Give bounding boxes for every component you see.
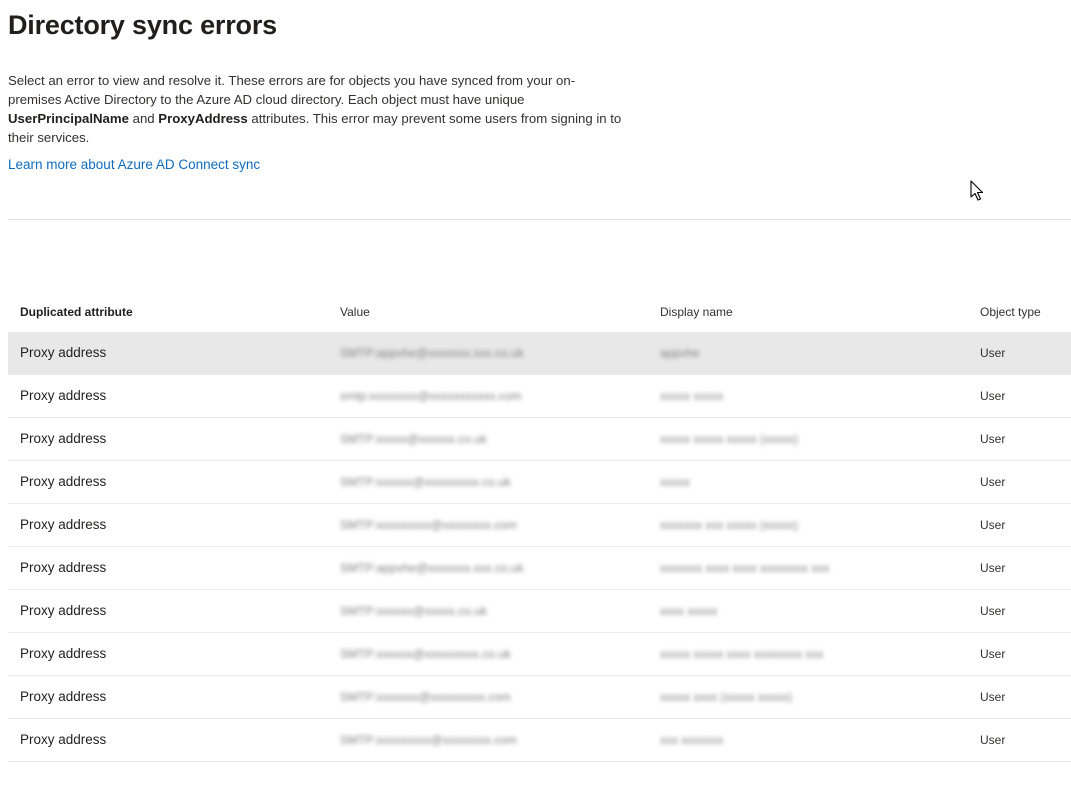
- column-header-duplicated-attribute[interactable]: Duplicated attribute: [20, 305, 133, 319]
- cell-display-name: xxxxx xxxxx xxxx xxxxxxxx xxx: [660, 647, 824, 661]
- table-row[interactable]: Proxy address SMTP:xxxxxx@xxxxxxxxx.co.uk…: [8, 633, 1071, 676]
- cell-value: SMTP:xxxxxx@xxxxx.co.uk: [340, 604, 487, 618]
- cell-object-type: User: [980, 432, 1006, 446]
- cell-object-type: User: [980, 647, 1006, 661]
- description-bold-proxy: ProxyAddress: [158, 111, 248, 126]
- table-row[interactable]: Proxy address SMTP:xxxxxx@xxxxxxxxx.co.uk…: [8, 461, 1071, 504]
- cell-duplicated-attribute: Proxy address: [20, 560, 107, 575]
- page-description: Select an error to view and resolve it. …: [8, 71, 628, 147]
- cell-duplicated-attribute: Proxy address: [20, 689, 107, 704]
- section-divider: [8, 219, 1071, 220]
- cell-value: smtp:xxxxxxxx@xxxxxxxxxxx.com: [340, 389, 522, 403]
- table-row[interactable]: Proxy address smtp:xxxxxxxx@xxxxxxxxxxx.c…: [8, 375, 1071, 418]
- table-row[interactable]: Proxy address SMTP:xxxxxxx@xxxxxxxxx.com x…: [8, 676, 1071, 719]
- cell-display-name: xxxxx xxxxx xxxxx (xxxxx): [660, 432, 798, 446]
- cell-duplicated-attribute: Proxy address: [20, 431, 107, 446]
- cell-value: SMTP:appvhe@xxxxxxx.xxx.co.uk: [340, 561, 524, 575]
- cell-value: SMTP:xxxxxxxxx@xxxxxxxx.com: [340, 518, 517, 532]
- cell-value: SMTP:xxxxxx@xxxxxxxxx.co.uk: [340, 647, 511, 661]
- cell-object-type: User: [980, 518, 1006, 532]
- mouse-pointer-icon: [970, 180, 984, 201]
- description-text-2: and: [128, 111, 159, 126]
- cell-object-type: User: [980, 690, 1006, 704]
- cell-object-type: User: [980, 733, 1006, 747]
- table-row[interactable]: Proxy address SMTP:xxxxxxxxx@xxxxxxxx.com…: [8, 719, 1071, 762]
- cell-object-type: User: [980, 561, 1006, 575]
- column-header-display-name[interactable]: Display name: [660, 305, 733, 319]
- description-text-1: Select an error to view and resolve it. …: [8, 73, 576, 107]
- cell-object-type: User: [980, 389, 1006, 403]
- cell-display-name: xxxxx xxxx (xxxxx xxxxx): [660, 690, 792, 704]
- cell-value: SMTP:xxxxxxx@xxxxxxxxx.com: [340, 690, 511, 704]
- table-row[interactable]: Proxy address SMTP:xxxxxxxxx@xxxxxxxx.com…: [8, 504, 1071, 547]
- cell-value: SMTP:xxxxxxxxx@xxxxxxxx.com: [340, 733, 517, 747]
- table-row[interactable]: Proxy address SMTP:xxxxx@xxxxxx.co.uk xxxx…: [8, 418, 1071, 461]
- cell-object-type: User: [980, 346, 1006, 360]
- learn-more-link[interactable]: Learn more about Azure AD Connect sync: [8, 157, 260, 172]
- cell-value: SMTP:xxxxx@xxxxxx.co.uk: [340, 432, 487, 446]
- cell-value: SMTP:appvhe@xxxxxxx.xxx.co.uk: [340, 346, 524, 360]
- directory-sync-errors-page: Directory sync errors Select an error to…: [0, 0, 1071, 798]
- cell-display-name: xxxxx: [660, 475, 690, 489]
- cell-object-type: User: [980, 475, 1006, 489]
- cell-duplicated-attribute: Proxy address: [20, 474, 107, 489]
- cell-duplicated-attribute: Proxy address: [20, 603, 107, 618]
- table-body: Proxy address SMTP:appvhe@xxxxxxx.xxx.co.…: [8, 332, 1071, 762]
- cell-value: SMTP:xxxxxx@xxxxxxxxx.co.uk: [340, 475, 511, 489]
- cell-duplicated-attribute: Proxy address: [20, 732, 107, 747]
- description-bold-upn: UserPrincipalName: [8, 111, 129, 126]
- table-row[interactable]: Proxy address SMTP:appvhe@xxxxxxx.xxx.co.…: [8, 332, 1071, 375]
- sync-errors-table: Duplicated attribute Value Display name …: [8, 290, 1071, 762]
- cell-duplicated-attribute: Proxy address: [20, 517, 107, 532]
- column-header-value[interactable]: Value: [340, 305, 370, 319]
- cell-duplicated-attribute: Proxy address: [20, 345, 107, 360]
- table-header: Duplicated attribute Value Display name …: [8, 290, 1071, 332]
- cell-display-name: xxxx xxxxx: [660, 604, 718, 618]
- table-row[interactable]: Proxy address SMTP:appvhe@xxxxxxx.xxx.co.…: [8, 547, 1071, 590]
- cell-display-name: xxxxxxx xxxx xxxx xxxxxxxx xxx: [660, 561, 830, 575]
- page-title: Directory sync errors: [8, 10, 277, 40]
- cell-display-name: xxxxx xxxxx: [660, 389, 724, 403]
- cell-display-name: appvhe: [660, 346, 700, 360]
- table-row[interactable]: Proxy address SMTP:xxxxxx@xxxxx.co.uk xxxx…: [8, 590, 1071, 633]
- column-header-object-type[interactable]: Object type: [980, 305, 1041, 319]
- cell-display-name: xxxxxxx xxx xxxxx (xxxxx): [660, 518, 798, 532]
- cell-object-type: User: [980, 604, 1006, 618]
- cell-display-name: xxx xxxxxxx: [660, 733, 724, 747]
- cell-duplicated-attribute: Proxy address: [20, 646, 107, 661]
- cell-duplicated-attribute: Proxy address: [20, 388, 107, 403]
